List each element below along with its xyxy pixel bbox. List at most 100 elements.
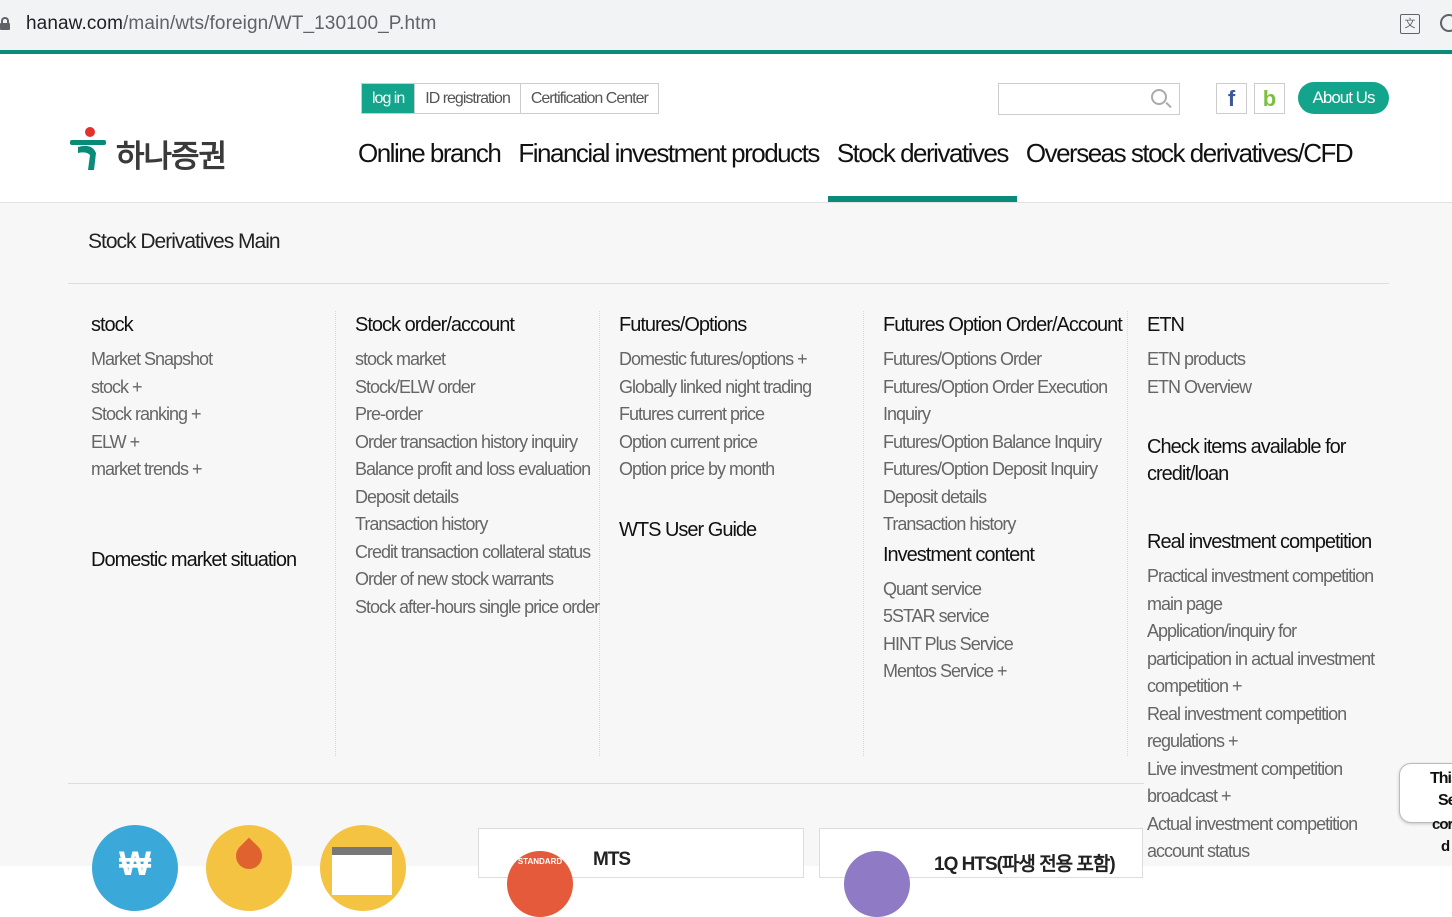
mts-badge-icon: STANDARD — [507, 851, 573, 917]
menu-heading[interactable]: Stock order/account — [355, 313, 599, 337]
search-input[interactable] — [999, 84, 1139, 114]
tip-text: This — [1430, 770, 1452, 787]
menu-item[interactable]: account status — [1147, 838, 1374, 866]
menu-item[interactable]: Stock ranking + — [91, 401, 296, 429]
nav-overseas-stock-derivatives[interactable]: Overseas stock derivatives/CFD — [1017, 138, 1361, 202]
badge-text: STANDARD — [517, 857, 563, 866]
menu-item[interactable]: Credit transaction collateral status — [355, 539, 599, 567]
search-icon[interactable] — [1151, 89, 1167, 105]
menu-item[interactable]: Order of new stock warrants — [355, 566, 599, 594]
menu-item[interactable]: Real investment competition — [1147, 701, 1374, 729]
menu-item[interactable]: Order transaction history inquiry — [355, 429, 599, 457]
menu-item[interactable]: Futures/Option Deposit Inquiry — [883, 456, 1122, 484]
nav-financial-investment-products[interactable]: Financial investment products — [509, 138, 827, 202]
menu-item[interactable]: Futures current price — [619, 401, 811, 429]
menu-heading[interactable]: Real investment competition — [1147, 530, 1374, 554]
menu-item[interactable]: competition + — [1147, 673, 1374, 701]
mega-menu: Stock Derivatives Main stock Market Snap… — [0, 203, 1452, 917]
menu-item[interactable]: Quant service — [883, 576, 1122, 604]
fire-icon[interactable] — [206, 825, 292, 911]
menu-item[interactable]: Balance profit and loss evaluation — [355, 456, 599, 484]
menu-item[interactable]: ETN products — [1147, 346, 1374, 374]
column-divider — [1127, 311, 1128, 756]
menu-item[interactable]: Practical investment competition — [1147, 563, 1374, 591]
menu-item[interactable]: Application/inquiry for — [1147, 618, 1374, 646]
hana-logo[interactable]: 하나증권 — [68, 125, 238, 175]
menu-item[interactable]: main page — [1147, 591, 1374, 619]
hts-card[interactable]: 1Q HTS(파생 전용 포함) — [819, 828, 1143, 917]
menu-item[interactable]: Transaction history — [355, 511, 599, 539]
menu-item[interactable]: Mentos Service + — [883, 658, 1122, 686]
menu-item[interactable]: Deposit details — [883, 484, 1122, 512]
menu-item[interactable]: ELW + — [91, 429, 296, 457]
menu-heading-line: credit/loan — [1147, 463, 1229, 485]
menu-item[interactable]: regulations + — [1147, 728, 1374, 756]
menu-item[interactable]: Futures/Option Order Execution — [883, 374, 1122, 402]
login-link[interactable]: log in — [362, 84, 415, 113]
menu-column-futures-option-order: Futures Option Order/Account Futures/Opt… — [883, 313, 1123, 686]
search-box — [998, 83, 1180, 115]
menu-item[interactable]: Transaction history — [883, 511, 1122, 539]
url-field[interactable]: hanaw.com/main/wts/foreign/WT_130100_P.h… — [26, 13, 436, 35]
menu-item[interactable]: Domestic futures/options + — [619, 346, 811, 374]
logo-text: 하나증권 — [116, 139, 227, 175]
menu-item[interactable]: Market Snapshot — [91, 346, 296, 374]
menu-column-stock-order: Stock order/account stock market Stock/E… — [355, 313, 600, 622]
menu-column-etn: ETN ETN products ETN Overview Check item… — [1147, 313, 1375, 866]
menu-item[interactable]: Inquiry — [883, 401, 1122, 429]
nav-stock-derivatives[interactable]: Stock derivatives — [827, 138, 1017, 202]
menu-item[interactable]: stock market — [355, 346, 599, 374]
menu-column-futures-options: Futures/Options Domestic futures/options… — [619, 313, 812, 551]
menu-item[interactable]: stock + — [91, 374, 296, 402]
id-registration-link[interactable]: ID registration — [414, 84, 520, 113]
tip-text: Se — [1438, 792, 1452, 809]
menu-item[interactable]: 5STAR service — [883, 603, 1122, 631]
translate-icon[interactable]: 文 — [1400, 14, 1420, 34]
menu-heading[interactable]: ETN — [1147, 313, 1374, 337]
menu-heading[interactable]: Domestic market situation — [91, 548, 297, 572]
floating-tip[interactable]: This Se — [1399, 763, 1452, 823]
menu-item[interactable]: Option price by month — [619, 456, 811, 484]
url-path: /main/wts/foreign/WT_130100_P.htm — [123, 13, 437, 34]
tip-text-line: cor — [1432, 816, 1452, 833]
menu-item[interactable]: ETN Overview — [1147, 374, 1374, 402]
zoom-icon[interactable] — [1440, 14, 1452, 32]
tip-text-line: d — [1441, 838, 1450, 855]
menu-item[interactable]: Live investment competition — [1147, 756, 1374, 784]
menu-item[interactable]: Futures/Options Order — [883, 346, 1122, 374]
won-icon[interactable]: ₩ — [92, 825, 178, 911]
menu-heading-line: Check items available for — [1147, 436, 1346, 458]
menu-item[interactable]: Stock after-hours single price order — [355, 594, 600, 622]
divider — [68, 283, 1389, 284]
menu-heading[interactable]: Futures/Options — [619, 313, 811, 337]
menu-heading[interactable]: Futures Option Order/Account — [883, 313, 1123, 337]
main-nav: Online branch Financial investment produ… — [349, 138, 1361, 202]
menu-item[interactable]: HINT Plus Service — [883, 631, 1122, 659]
facebook-icon[interactable]: f — [1216, 83, 1247, 114]
menu-item[interactable]: Futures/Option Balance Inquiry — [883, 429, 1122, 457]
hts-badge-icon — [844, 851, 910, 917]
blog-icon[interactable]: b — [1254, 83, 1285, 114]
logo-symbol-icon — [70, 127, 106, 170]
menu-item[interactable]: broadcast + — [1147, 783, 1374, 811]
mega-menu-title[interactable]: Stock Derivatives Main — [88, 230, 281, 254]
menu-item[interactable]: market trends + — [91, 456, 296, 484]
lock-icon[interactable] — [0, 17, 10, 30]
menu-item[interactable]: participation in actual investment — [1147, 646, 1375, 674]
menu-item[interactable]: Globally linked night trading — [619, 374, 812, 402]
menu-heading[interactable]: WTS User Guide — [619, 518, 811, 542]
menu-item[interactable]: Option current price — [619, 429, 811, 457]
document-icon[interactable] — [320, 825, 406, 911]
divider — [68, 783, 1144, 784]
menu-item[interactable]: Pre-order — [355, 401, 599, 429]
mts-card[interactable]: STANDARD MTS — [478, 828, 804, 917]
menu-heading-credit-loan[interactable]: Check items available for credit/loan — [1147, 434, 1374, 488]
menu-heading[interactable]: stock — [91, 313, 296, 337]
menu-heading[interactable]: Investment content — [883, 543, 1122, 567]
certification-center-link[interactable]: Certification Center — [519, 84, 658, 113]
menu-item[interactable]: Actual investment competition — [1147, 811, 1374, 839]
about-us-button[interactable]: About Us — [1298, 82, 1389, 114]
nav-online-branch[interactable]: Online branch — [349, 138, 509, 202]
menu-item[interactable]: Deposit details — [355, 484, 599, 512]
menu-item[interactable]: Stock/ELW order — [355, 374, 599, 402]
